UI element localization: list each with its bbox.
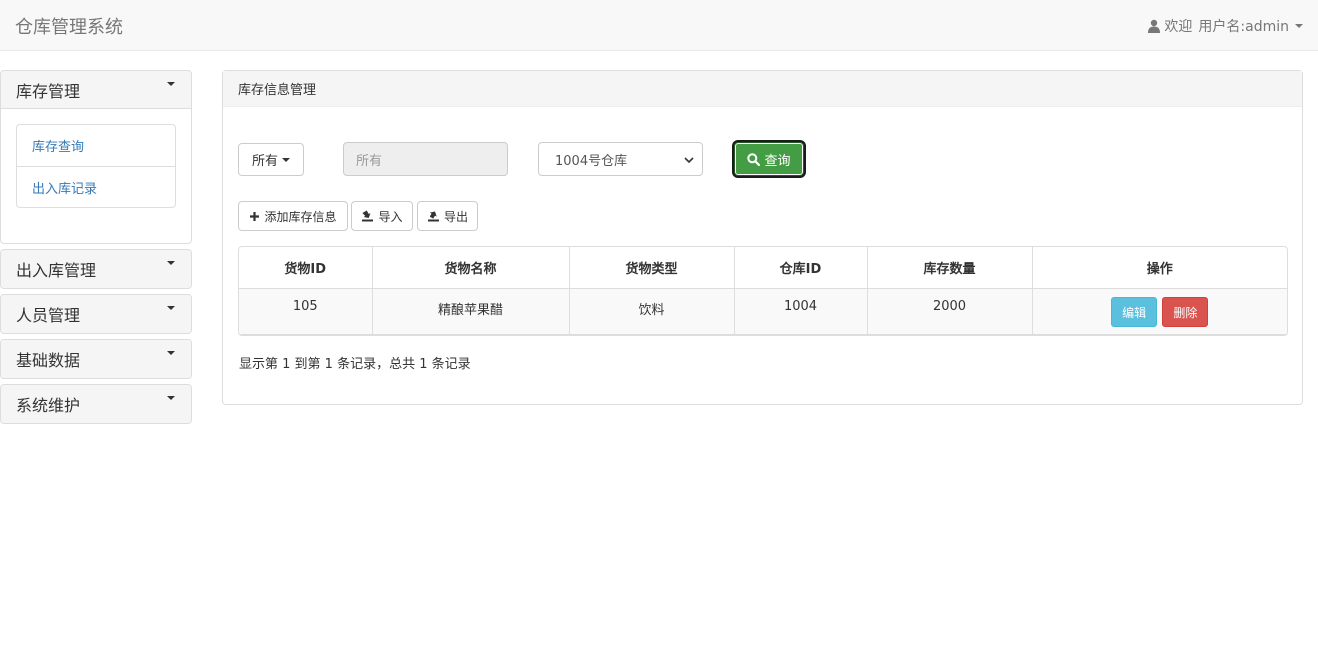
- cell-goods-id: 105: [239, 288, 373, 335]
- column-header-goods-id[interactable]: 货物ID: [239, 247, 373, 289]
- import-icon: [362, 210, 374, 222]
- top-navbar: 仓库管理系统 欢迎 用户名:admin: [0, 0, 1318, 51]
- sidebar-section-header-basedata[interactable]: 基础数据: [1, 340, 191, 378]
- table-row: 105 精酿苹果醋 饮料 1004 2000 编辑 删除: [239, 288, 1287, 335]
- sidebar-section-header-inout[interactable]: 出入库管理: [1, 250, 191, 288]
- app-title[interactable]: 仓库管理系统: [15, 13, 123, 39]
- sidebar-section-personnel: 人员管理: [0, 294, 192, 334]
- warehouse-select-value: 1004号仓库: [555, 153, 628, 169]
- cell-warehouse-id: 1004: [734, 288, 868, 335]
- sidebar-section-label: 系统维护: [16, 396, 81, 415]
- cell-actions: 编辑 删除: [1032, 288, 1287, 335]
- column-header-actions: 操作: [1032, 247, 1287, 289]
- caret-down-icon: [167, 82, 175, 86]
- sidebar-section-inventory: 库存管理 库存查询 出入库记录: [0, 70, 192, 244]
- sidebar: 库存管理 库存查询 出入库记录 出入库管理 人员管理 基础数据 系统维护: [0, 70, 192, 429]
- column-header-warehouse-id[interactable]: 仓库ID: [734, 247, 868, 289]
- import-label: 导入: [378, 209, 403, 224]
- caret-down-icon: [167, 261, 175, 265]
- sidebar-section-header-inventory[interactable]: 库存管理: [1, 71, 191, 109]
- sidebar-section-basedata: 基础数据: [0, 339, 192, 379]
- delete-button[interactable]: 删除: [1162, 296, 1209, 327]
- query-button[interactable]: 查询: [734, 142, 804, 176]
- sidebar-section-header-personnel[interactable]: 人员管理: [1, 295, 191, 333]
- pagination-info: 显示第 1 到第 1 条记录，总共 1 条记录: [239, 357, 471, 372]
- cell-goods-type: 饮料: [569, 288, 735, 335]
- user-icon: [1148, 19, 1161, 33]
- sidebar-section-label: 人员管理: [16, 306, 81, 325]
- caret-down-icon: [167, 351, 175, 355]
- filter-dropdown-label: 所有: [251, 154, 278, 169]
- sidebar-section-label: 库存管理: [16, 81, 81, 101]
- add-inventory-label: 添加库存信息: [264, 209, 337, 224]
- column-header-quantity[interactable]: 库存数量: [867, 247, 1033, 289]
- export-label: 导出: [443, 209, 468, 224]
- sidebar-section-body: 库存查询 出入库记录: [1, 109, 191, 243]
- cell-goods-name: 精酿苹果醋: [372, 288, 570, 335]
- welcome-text: 欢迎: [1164, 19, 1193, 35]
- add-inventory-button[interactable]: 添加库存信息: [238, 201, 348, 231]
- search-icon: [747, 152, 761, 166]
- column-header-goods-type[interactable]: 货物类型: [569, 247, 735, 289]
- inventory-panel: 库存信息管理 所有 所有 1004号仓库 查询 添加库存信息 导入 导出 货物I…: [222, 70, 1303, 405]
- export-button[interactable]: 导出: [417, 201, 478, 231]
- chevron-down-icon: [1295, 24, 1303, 28]
- table-header-row: 货物ID 货物名称 货物类型 仓库ID 库存数量 操作: [239, 247, 1287, 289]
- edit-button[interactable]: 编辑: [1111, 296, 1158, 327]
- user-menu[interactable]: 欢迎 用户名:admin: [1147, 16, 1303, 36]
- query-button-label: 查询: [764, 153, 791, 169]
- sidebar-section-header-system[interactable]: 系统维护: [1, 385, 191, 423]
- username-label: 用户名:admin: [1198, 19, 1289, 35]
- inventory-table: 货物ID 货物名称 货物类型 仓库ID 库存数量 操作 105 精酿苹果醋 饮料…: [238, 246, 1288, 336]
- caret-down-icon: [167, 396, 175, 400]
- import-button[interactable]: 导入: [351, 201, 413, 231]
- sidebar-submenu: 库存查询 出入库记录: [16, 124, 176, 208]
- cell-quantity: 2000: [867, 288, 1033, 335]
- sidebar-section-label: 基础数据: [16, 351, 81, 370]
- sidebar-section-inout: 出入库管理: [0, 249, 192, 289]
- sidebar-item-inout-records[interactable]: 出入库记录: [17, 166, 175, 207]
- sidebar-section-label: 出入库管理: [16, 261, 97, 280]
- warehouse-select[interactable]: 1004号仓库: [538, 142, 703, 176]
- chevron-down-icon: [684, 157, 694, 164]
- sidebar-item-inventory-query[interactable]: 库存查询: [17, 125, 175, 166]
- export-icon: [427, 211, 439, 222]
- sidebar-section-system: 系统维护: [0, 384, 192, 424]
- plus-icon: [250, 211, 260, 221]
- filter-value-input[interactable]: 所有: [343, 142, 508, 176]
- panel-title: 库存信息管理: [223, 71, 1302, 107]
- filter-dropdown-button[interactable]: 所有: [238, 143, 304, 176]
- caret-down-icon: [282, 157, 290, 162]
- caret-down-icon: [167, 306, 175, 310]
- column-header-goods-name[interactable]: 货物名称: [372, 247, 570, 289]
